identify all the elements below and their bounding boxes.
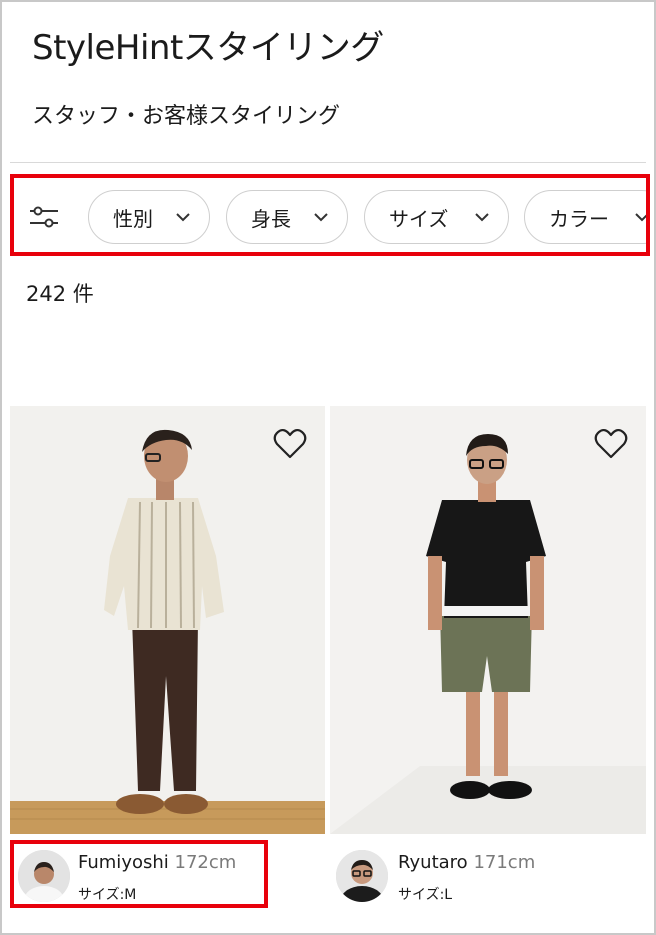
result-count: 242 件 xyxy=(26,282,94,306)
poster-name: Ryutaro xyxy=(398,852,468,873)
app-frame: StyleHintスタイリング スタッフ・お客様スタイリング 性別 身長 サイズ… xyxy=(0,0,656,935)
poster-info[interactable]: Ryutaro 171cm サイズ:L xyxy=(332,840,612,908)
styling-photo[interactable] xyxy=(330,406,646,834)
chevron-down-icon xyxy=(475,213,489,222)
styling-card[interactable] xyxy=(330,406,646,834)
avatar xyxy=(336,850,388,902)
filter-chip-label: サイズ xyxy=(389,206,449,231)
chevron-down-icon xyxy=(635,213,646,222)
poster-size: サイズ:M xyxy=(78,887,137,903)
filter-chip-color[interactable]: カラー xyxy=(524,190,646,244)
filter-chip-size[interactable]: サイズ xyxy=(364,190,509,244)
poster-name-line: Ryutaro 171cm xyxy=(398,852,535,873)
page-title: StyleHintスタイリング xyxy=(32,28,384,68)
poster-name: Fumiyoshi xyxy=(78,852,169,873)
filter-chip-label: カラー xyxy=(549,206,609,231)
divider xyxy=(10,162,646,163)
filter-chip-label: 身長 xyxy=(251,206,291,231)
page-subtitle: スタッフ・お客様スタイリング xyxy=(32,104,341,129)
avatar xyxy=(18,850,70,902)
poster-name-line: Fumiyoshi 172cm xyxy=(78,852,236,873)
filter-chip-height[interactable]: 身長 xyxy=(226,190,348,244)
filter-bar: 性別 身長 サイズ カラー xyxy=(10,174,650,256)
poster-height: 172cm xyxy=(174,852,237,873)
poster-height: 171cm xyxy=(473,852,536,873)
heart-outline-icon[interactable] xyxy=(273,428,307,460)
filter-sliders-icon[interactable] xyxy=(28,204,60,230)
heart-outline-icon[interactable] xyxy=(594,428,628,460)
filter-chip-label: 性別 xyxy=(113,206,153,231)
styling-card[interactable] xyxy=(10,406,325,834)
filter-chip-gender[interactable]: 性別 xyxy=(88,190,210,244)
poster-size: サイズ:L xyxy=(398,887,453,903)
chevron-down-icon xyxy=(176,213,190,222)
chevron-down-icon xyxy=(314,213,328,222)
poster-info[interactable]: Fumiyoshi 172cm サイズ:M xyxy=(10,840,268,908)
styling-photo[interactable] xyxy=(10,406,325,834)
